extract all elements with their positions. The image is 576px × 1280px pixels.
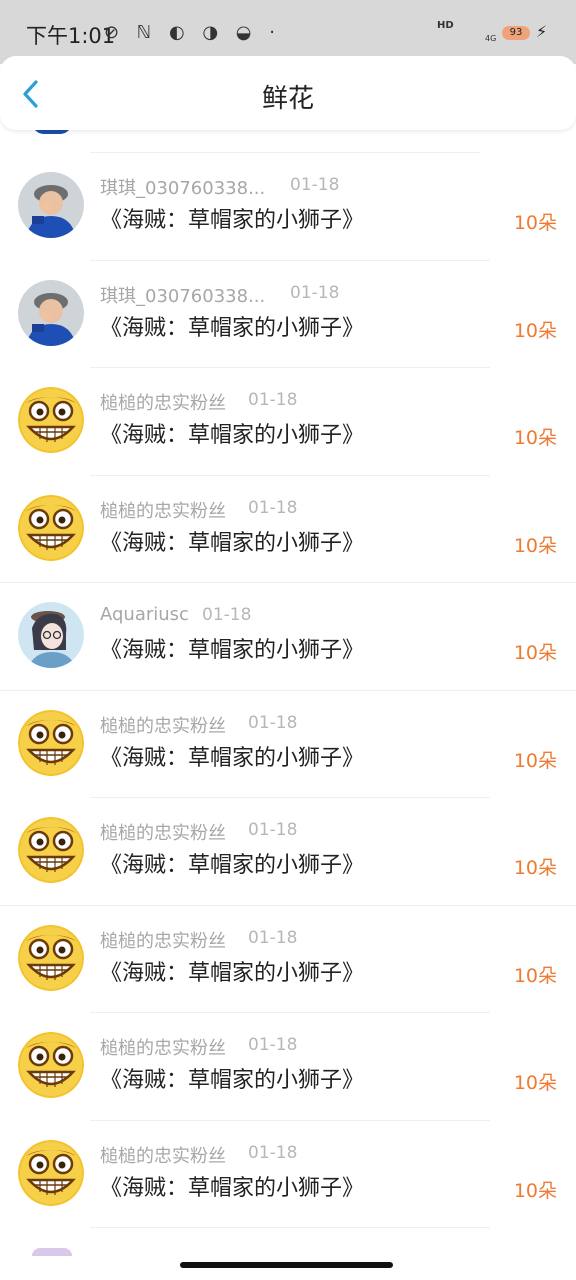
user-name: 槌槌的忠实粉丝 xyxy=(100,823,226,844)
gift-date: 01-18 xyxy=(248,820,298,840)
gift-title: 《海贼：草帽家的小狮子》 xyxy=(100,1068,365,1093)
battery-icon: 93 xyxy=(502,26,530,40)
flower-count: 10朵 xyxy=(513,1179,557,1202)
flower-count: 10朵 xyxy=(513,534,557,557)
nav-bar: 鲜花 xyxy=(0,56,576,130)
user-name: 琪琪_030760338... xyxy=(100,178,266,199)
gift-title: 《海贼：草帽家的小狮子》 xyxy=(100,530,365,556)
flower-count: 10朵 xyxy=(513,319,557,342)
user-name: 槌槌的忠实粉丝 xyxy=(100,1145,226,1167)
gift-title: 《海贼：草帽家的小狮子》 xyxy=(100,208,365,233)
flower-count: 10朵 xyxy=(513,642,557,664)
gift-date: 01-18 xyxy=(248,927,298,948)
user-name: 槌槌的忠实粉丝 xyxy=(100,930,226,952)
flower-count: 10朵 xyxy=(513,857,557,879)
avatar[interactable] xyxy=(18,602,84,668)
gift-date: 01-18 xyxy=(248,1035,298,1055)
flower-count: 10朵 xyxy=(513,749,557,772)
list-item[interactable]: 槌槌的忠实粉丝 01-18 《海贼：草帽家的小狮子》 10朵 xyxy=(0,367,576,474)
list-item[interactable]: 槌槌的忠实粉丝 01-18 《海贼：草帽家的小狮子》 10朵 xyxy=(0,905,576,1012)
partial-avatar xyxy=(32,130,72,134)
flower-count: 10朵 xyxy=(513,427,557,449)
partial-avatar-bottom xyxy=(32,1248,72,1256)
status-bar: 下午1:01 ⊘ ℕ ◐ ◑ ◒ · HD 4G 93 ⚡ xyxy=(0,0,576,64)
list-item[interactable]: 槌槌的忠实粉丝 01-18 《海贼：草帽家的小狮子》 10朵 xyxy=(0,797,576,904)
user-name: 槌槌的忠实粉丝 xyxy=(100,393,226,414)
user-name: 琪琪_030760338... xyxy=(100,285,266,307)
list-item[interactable]: 槌槌的忠实粉丝 01-18 《海贼：草帽家的小狮子》 10朵 xyxy=(0,1120,576,1227)
page-title: 鲜花 xyxy=(261,84,314,114)
avatar[interactable] xyxy=(18,172,84,238)
gift-date: 01-18 xyxy=(248,712,298,733)
flower-count: 10朵 xyxy=(513,964,557,987)
gift-title: 《海贼：草帽家的小狮子》 xyxy=(100,423,365,448)
list-item[interactable]: 槌槌的忠实粉丝 01-18 《海贼：草帽家的小狮子》 10朵 xyxy=(0,475,576,582)
network-icon: 4G xyxy=(485,34,497,43)
avatar[interactable] xyxy=(18,1032,84,1098)
avatar[interactable] xyxy=(18,1139,84,1206)
gift-title: 《海贼：草帽家的小狮子》 xyxy=(100,1175,365,1201)
list-item[interactable]: Aquariusc 01-18 《海贼：草帽家的小狮子》 10朵 xyxy=(0,582,576,689)
home-indicator[interactable] xyxy=(180,1262,393,1268)
user-name: 槌槌的忠实粉丝 xyxy=(100,715,226,737)
gift-date: 01-18 xyxy=(248,390,298,410)
user-name: Aquariusc xyxy=(100,604,189,625)
gift-title: 《海贼：草帽家的小狮子》 xyxy=(100,638,365,663)
user-name: 槌槌的忠实粉丝 xyxy=(100,1038,226,1059)
gift-date: 01-18 xyxy=(248,497,298,518)
avatar[interactable] xyxy=(18,924,84,991)
status-notification-icons: ⊘ ℕ ◐ ◑ ◒ · xyxy=(104,22,281,43)
avatar[interactable] xyxy=(18,709,84,776)
avatar[interactable] xyxy=(18,387,84,453)
user-name: 槌槌的忠实粉丝 xyxy=(100,500,226,522)
list-item[interactable]: 槌槌的忠实粉丝 01-18 《海贼：草帽家的小狮子》 10朵 xyxy=(0,690,576,797)
gift-list[interactable]: 琪琪_030760338... 01-18 《海贼：草帽家的小狮子》 10朵 琪琪_0… xyxy=(0,130,576,1280)
gift-title: 《海贼：草帽家的小狮子》 xyxy=(100,745,365,771)
flower-count: 10朵 xyxy=(513,1072,557,1094)
list-divider xyxy=(90,1227,490,1228)
gift-date: 01-18 xyxy=(202,605,252,625)
gift-date: 01-18 xyxy=(248,1142,298,1163)
avatar[interactable] xyxy=(18,494,84,561)
flower-count: 10朵 xyxy=(513,212,557,234)
charging-icon: ⚡ xyxy=(536,22,548,41)
gift-title: 《海贼：草帽家的小狮子》 xyxy=(100,960,365,986)
list-item[interactable]: 槌槌的忠实粉丝 01-18 《海贼：草帽家的小狮子》 10朵 xyxy=(0,1012,576,1119)
list-item[interactable]: 琪琪_030760338... 01-18 《海贼：草帽家的小狮子》 10朵 xyxy=(0,260,576,367)
gift-date: 01-18 xyxy=(290,282,340,303)
avatar[interactable] xyxy=(18,817,84,883)
gift-title: 《海贼：草帽家的小狮子》 xyxy=(100,315,365,341)
list-item[interactable]: 琪琪_030760338... 01-18 《海贼：草帽家的小狮子》 10朵 xyxy=(0,152,576,259)
gift-date: 01-18 xyxy=(290,175,340,195)
status-time: 下午1:01 xyxy=(26,24,116,48)
gift-title: 《海贼：草帽家的小狮子》 xyxy=(100,853,365,878)
hd-icon: HD xyxy=(437,20,454,31)
avatar[interactable] xyxy=(18,279,84,346)
